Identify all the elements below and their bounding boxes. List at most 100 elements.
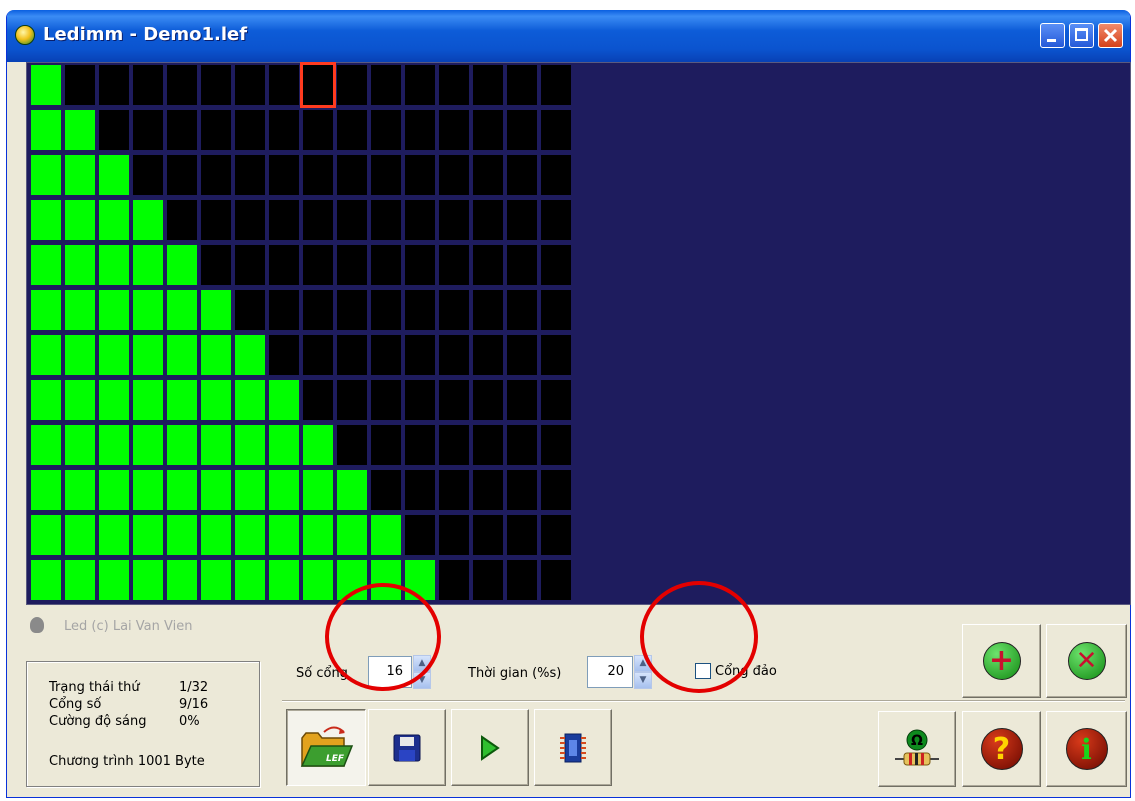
led-cell[interactable] (405, 560, 435, 600)
led-cell[interactable] (235, 470, 265, 510)
led-cell[interactable] (337, 290, 367, 330)
led-cell[interactable] (473, 65, 503, 105)
led-cell[interactable] (303, 155, 333, 195)
led-cell[interactable] (439, 380, 469, 420)
led-cell[interactable] (99, 65, 129, 105)
led-cell[interactable] (235, 425, 265, 465)
led-cell[interactable] (99, 560, 129, 600)
led-cell[interactable] (269, 470, 299, 510)
led-cell[interactable] (269, 110, 299, 150)
led-cell[interactable] (133, 200, 163, 240)
led-cell[interactable] (439, 110, 469, 150)
help-button[interactable]: ? (962, 711, 1041, 787)
led-cell[interactable] (371, 470, 401, 510)
led-cell[interactable] (65, 335, 95, 375)
led-cell[interactable] (405, 245, 435, 285)
led-cell[interactable] (99, 290, 129, 330)
led-cell[interactable] (31, 245, 61, 285)
led-cell[interactable] (269, 335, 299, 375)
led-cell[interactable] (99, 200, 129, 240)
chip-button[interactable] (534, 709, 612, 786)
led-cell[interactable] (167, 200, 197, 240)
led-cell[interactable] (371, 380, 401, 420)
led-cell[interactable] (303, 245, 333, 285)
led-cell[interactable] (507, 245, 537, 285)
led-cell[interactable] (541, 110, 571, 150)
led-cell[interactable] (133, 335, 163, 375)
led-cell[interactable] (99, 425, 129, 465)
led-cell[interactable] (31, 470, 61, 510)
led-cell[interactable] (201, 65, 231, 105)
ports-down-icon[interactable]: ▼ (413, 672, 431, 689)
led-cell[interactable] (201, 380, 231, 420)
led-cell[interactable] (337, 110, 367, 150)
led-cell[interactable] (507, 560, 537, 600)
led-cell[interactable] (337, 425, 367, 465)
led-cell[interactable] (65, 515, 95, 555)
led-cell[interactable] (405, 200, 435, 240)
led-cell[interactable] (31, 425, 61, 465)
invert-label[interactable]: Cổng đảo (715, 664, 777, 679)
led-cell[interactable] (371, 560, 401, 600)
led-cell[interactable] (31, 380, 61, 420)
led-cell[interactable] (235, 335, 265, 375)
led-cell[interactable] (405, 515, 435, 555)
led-cell[interactable] (439, 155, 469, 195)
led-cell[interactable] (439, 560, 469, 600)
led-cell[interactable] (473, 110, 503, 150)
led-cell[interactable] (507, 335, 537, 375)
led-cell[interactable] (473, 335, 503, 375)
led-cell[interactable] (167, 290, 197, 330)
play-button[interactable] (451, 709, 529, 786)
led-cell[interactable] (269, 65, 299, 105)
led-cell[interactable] (235, 380, 265, 420)
led-cell[interactable] (337, 335, 367, 375)
led-cell[interactable] (507, 200, 537, 240)
led-cell[interactable] (371, 425, 401, 465)
led-cell[interactable] (337, 245, 367, 285)
led-cell[interactable] (201, 515, 231, 555)
time-spinner[interactable]: ▲ ▼ (634, 655, 652, 689)
led-cell[interactable] (371, 155, 401, 195)
led-cell[interactable] (337, 200, 367, 240)
led-cell[interactable] (439, 335, 469, 375)
led-cell[interactable] (269, 245, 299, 285)
led-cell[interactable] (133, 515, 163, 555)
led-cell[interactable] (371, 110, 401, 150)
led-cell[interactable] (99, 515, 129, 555)
led-cell[interactable] (201, 110, 231, 150)
led-cell[interactable] (405, 65, 435, 105)
led-cell[interactable] (235, 200, 265, 240)
led-cell[interactable] (65, 155, 95, 195)
led-cell[interactable] (269, 200, 299, 240)
led-cell[interactable] (507, 290, 537, 330)
led-cell[interactable] (269, 560, 299, 600)
led-cell[interactable] (541, 470, 571, 510)
led-cell[interactable] (201, 335, 231, 375)
led-cell[interactable] (65, 380, 95, 420)
led-cell[interactable] (439, 290, 469, 330)
led-cell[interactable] (439, 425, 469, 465)
led-cell[interactable] (371, 200, 401, 240)
led-cell[interactable] (201, 470, 231, 510)
led-cell[interactable] (167, 560, 197, 600)
led-cell[interactable] (473, 560, 503, 600)
led-cell[interactable] (303, 110, 333, 150)
led-cell[interactable] (65, 290, 95, 330)
led-cell[interactable] (269, 425, 299, 465)
led-cell[interactable] (167, 335, 197, 375)
led-cell[interactable] (473, 470, 503, 510)
resistor-button[interactable]: Ω (878, 711, 956, 787)
led-cell[interactable] (439, 245, 469, 285)
led-cell[interactable] (133, 290, 163, 330)
led-cell[interactable] (405, 470, 435, 510)
led-cell[interactable] (439, 200, 469, 240)
led-cell[interactable] (541, 380, 571, 420)
led-cell[interactable] (167, 110, 197, 150)
led-cell[interactable] (99, 470, 129, 510)
led-cell[interactable] (133, 245, 163, 285)
led-cell[interactable] (31, 560, 61, 600)
led-cell[interactable] (167, 155, 197, 195)
led-cell[interactable] (439, 65, 469, 105)
led-cell[interactable] (167, 65, 197, 105)
